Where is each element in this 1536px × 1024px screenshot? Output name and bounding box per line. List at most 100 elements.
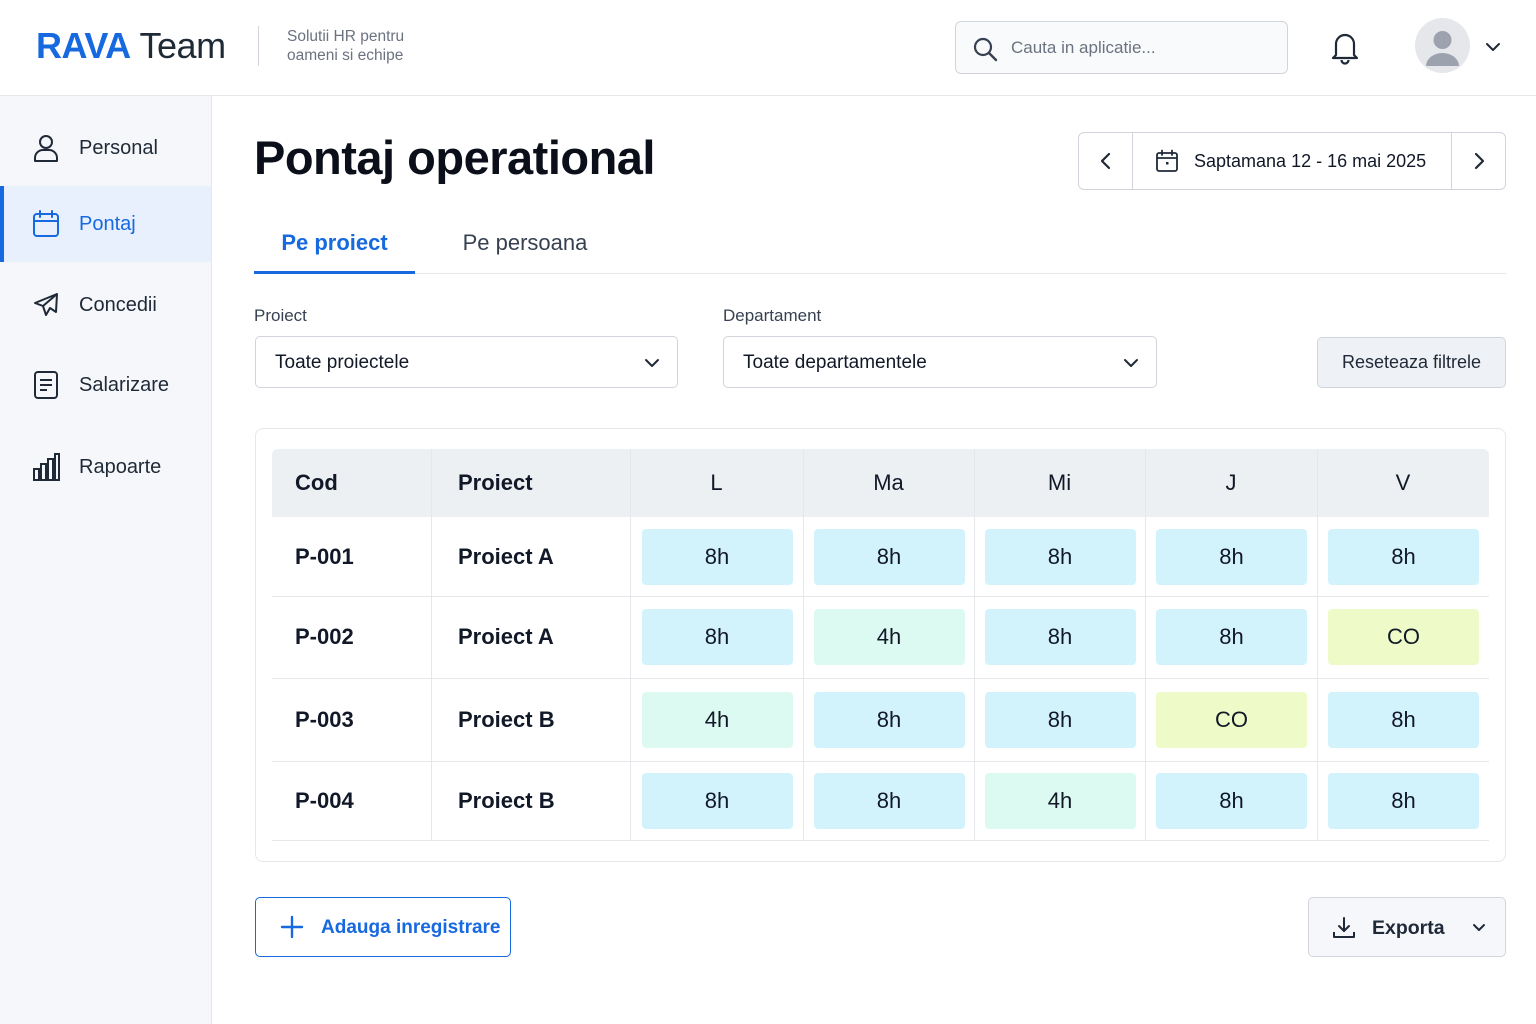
row-project: Proiect B [458,787,555,813]
hours-cell-v[interactable]: CO [1328,609,1479,665]
row-project: Proiect B [458,706,555,732]
plus-icon [280,915,304,939]
search-icon [973,37,998,62]
tab-pe-persoana[interactable]: Pe persoana [441,222,609,274]
user-avatar[interactable] [1415,18,1470,73]
row-code: P-003 [295,706,354,732]
column-header-project: Proiect [458,470,533,495]
column-divider [431,449,432,840]
row-project: Proiect A [458,624,554,649]
hours-cell-mi[interactable]: 4h [984,772,1136,829]
sidebar-item-label: Concedii [79,293,157,316]
reset-filters-button[interactable]: Reseteaza filtrele [1317,337,1506,388]
row-divider [272,761,1489,762]
add-entry-button[interactable]: Adauga inregistrare [255,897,511,957]
hours-cell-l[interactable]: 8h [641,528,793,585]
hours-cell-mi[interactable]: 8h [984,609,1136,665]
project-select-value: Toate proiectele [275,352,410,373]
column-divider [974,449,975,840]
row-divider [272,840,1489,841]
chevron-left-icon [1100,152,1110,170]
calendar-icon [1156,149,1178,172]
row-code: P-002 [295,624,354,649]
hours-cell-mi[interactable]: 8h [984,528,1136,585]
notifications-bell-icon[interactable] [1328,29,1362,65]
column-header-ma: Ma [873,470,904,495]
avatar-person-icon [1426,31,1459,66]
page-title: Pontaj operational [254,131,656,184]
hours-cell-v[interactable]: 8h [1328,691,1479,748]
add-entry-label: Adauga inregistrare [321,917,501,938]
previous-week-button[interactable] [1079,133,1133,189]
hours-cell-l[interactable]: 4h [641,691,793,748]
sidebar-item-salarizare[interactable]: Salarizare [0,347,211,423]
hours-cell-j[interactable]: 8h [1156,609,1307,665]
document-icon [34,371,58,399]
week-picker[interactable]: Saptamana 12 - 16 mai 2025 [1133,133,1453,189]
hours-cell-j[interactable]: CO [1156,691,1307,748]
row-code: P-001 [295,543,354,569]
export-button[interactable]: Exporta [1308,897,1506,957]
chevron-right-icon [1474,152,1484,170]
column-header-code: Cod [295,470,338,495]
export-label: Exporta [1372,917,1445,939]
next-week-button[interactable] [1451,133,1505,189]
hours-cell-ma[interactable]: 8h [813,772,965,829]
download-icon [1333,917,1355,938]
logo-divider [258,26,259,66]
app-tagline: Solutii HR pentru oameni si echipe [287,28,405,64]
chevron-down-icon [645,359,659,367]
column-divider [630,449,631,840]
hours-cell-v[interactable]: 8h [1328,772,1479,829]
app-header: RAVA Team Solutii HR pentru oameni si ec… [0,0,1536,96]
hours-cell-mi[interactable]: 8h [984,691,1136,748]
sidebar-item-concedii[interactable]: Concedii [0,267,211,343]
search-input[interactable] [1011,34,1271,62]
column-header-l: L [710,470,723,495]
sidebar-item-label: Personal [79,136,158,159]
chevron-down-icon[interactable] [1483,38,1503,56]
sidebar-item-label: Salarizare [79,373,170,396]
plane-icon [34,293,58,316]
logo-brand: RAVA [36,25,131,66]
sidebar-item-pontaj[interactable]: Pontaj [0,186,211,262]
hours-cell-ma[interactable]: 4h [813,609,965,665]
user-icon [34,135,58,162]
hours-cell-ma[interactable]: 8h [813,528,965,585]
tab-pe-proiect[interactable]: Pe proiect [254,222,415,274]
row-divider [272,678,1489,679]
row-project: Proiect A [458,543,554,569]
search-box[interactable] [955,21,1288,74]
department-select[interactable]: Toate departamentele [723,336,1157,388]
department-select-value: Toate departamentele [743,352,927,373]
hours-cell-v[interactable]: 8h [1328,528,1479,585]
column-header-v: V [1395,470,1411,495]
hours-cell-ma[interactable]: 8h [813,691,965,748]
week-navigator: Saptamana 12 - 16 mai 2025 [1078,132,1506,190]
hours-cell-l[interactable]: 8h [641,609,793,665]
column-divider [803,449,804,840]
project-filter-label: Proiect [254,306,307,325]
chevron-down-icon [1473,924,1485,931]
sidebar-item-label: Rapoarte [79,455,162,478]
bar-chart-icon [33,453,60,481]
column-header-j: J [1225,470,1237,495]
sidebar-item-label: Pontaj [79,212,136,235]
hours-cell-j[interactable]: 8h [1156,528,1307,585]
column-header-mi: Mi [1047,470,1072,495]
project-select[interactable]: Toate proiectele [255,336,678,388]
hours-cell-j[interactable]: 8h [1156,772,1307,829]
row-code: P-004 [295,787,354,813]
column-divider [1317,449,1318,840]
sidebar-item-rapoarte[interactable]: Rapoarte [0,429,211,505]
logo-team: Team [130,25,227,66]
hours-cell-l[interactable]: 8h [641,772,793,829]
column-divider [1145,449,1146,840]
sidebar-item-personal[interactable]: Personal [0,110,211,186]
app-logo[interactable]: RAVA Team [36,24,226,68]
view-tabs: Pe proiect Pe persoana [254,222,1506,274]
sidebar: Personal Pontaj Concedii Salarizare Rapo… [0,96,212,1024]
chevron-down-icon [1124,359,1138,367]
table-header-row: Cod Proiect L Ma Mi J V [272,449,1489,517]
row-divider [272,596,1489,597]
